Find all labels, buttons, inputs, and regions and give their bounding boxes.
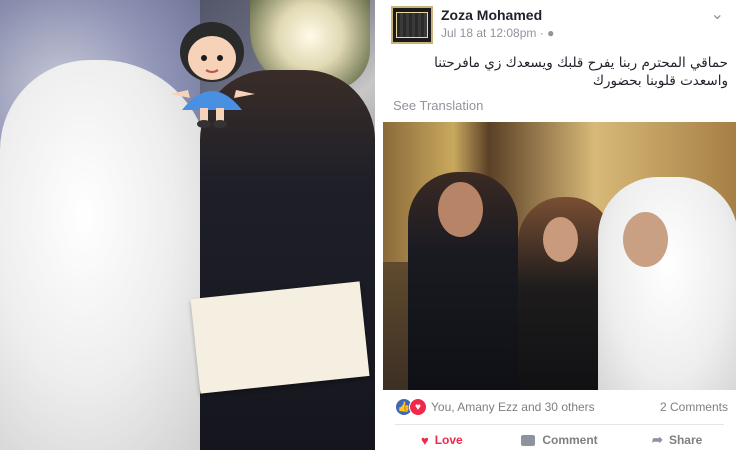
reactions-summary[interactable]: 👍 ♥ You, Amany Ezz and 30 others <box>395 398 595 416</box>
love-label: Love <box>434 433 463 447</box>
chevron-down-icon[interactable]: ⌄ <box>711 4 724 24</box>
author-name[interactable]: Zoza Mohamed <box>441 7 542 23</box>
man-face <box>438 182 483 237</box>
avatar-image <box>396 12 428 38</box>
bride-in-white <box>598 177 736 390</box>
woman-face <box>543 217 578 262</box>
share-label: Share <box>668 433 703 447</box>
post-text: حماقي المحترم ربنا يفرح قلبك ويسعدك زي م… <box>434 55 728 89</box>
timestamp-text: Jul 18 at 12:08pm <box>441 26 537 40</box>
marriage-document <box>190 281 370 394</box>
heart-icon: ♥ <box>420 432 429 448</box>
see-translation-link[interactable]: See Translation <box>393 98 483 113</box>
cartoon-girl-sticker <box>170 22 255 128</box>
wedding-photo-left <box>0 0 375 450</box>
post-photo[interactable] <box>383 122 736 390</box>
bride-face <box>623 212 668 267</box>
divider <box>395 424 724 425</box>
share-arrow-icon: ➦ <box>652 432 663 447</box>
reactions-text: You, Amany Ezz and 30 others <box>431 400 595 414</box>
author-avatar[interactable] <box>391 6 433 44</box>
heart-icon: ♥ <box>409 398 427 416</box>
comments-count[interactable]: 2 Comments <box>660 400 728 414</box>
share-button[interactable]: ➦ Share <box>618 430 736 450</box>
facebook-post: Zoza Mohamed Jul 18 at 12:08pm · ● ⌄ حما… <box>383 0 736 450</box>
post-actions: ♥ Love Comment ➦ Share <box>383 430 736 450</box>
comment-icon <box>521 434 536 446</box>
post-timestamp[interactable]: Jul 18 at 12:08pm · ● <box>441 26 554 40</box>
comment-button[interactable]: Comment <box>501 430 619 450</box>
globe-icon: · ● <box>539 26 555 40</box>
comment-label: Comment <box>542 433 598 447</box>
love-button[interactable]: ♥ Love <box>383 430 501 450</box>
